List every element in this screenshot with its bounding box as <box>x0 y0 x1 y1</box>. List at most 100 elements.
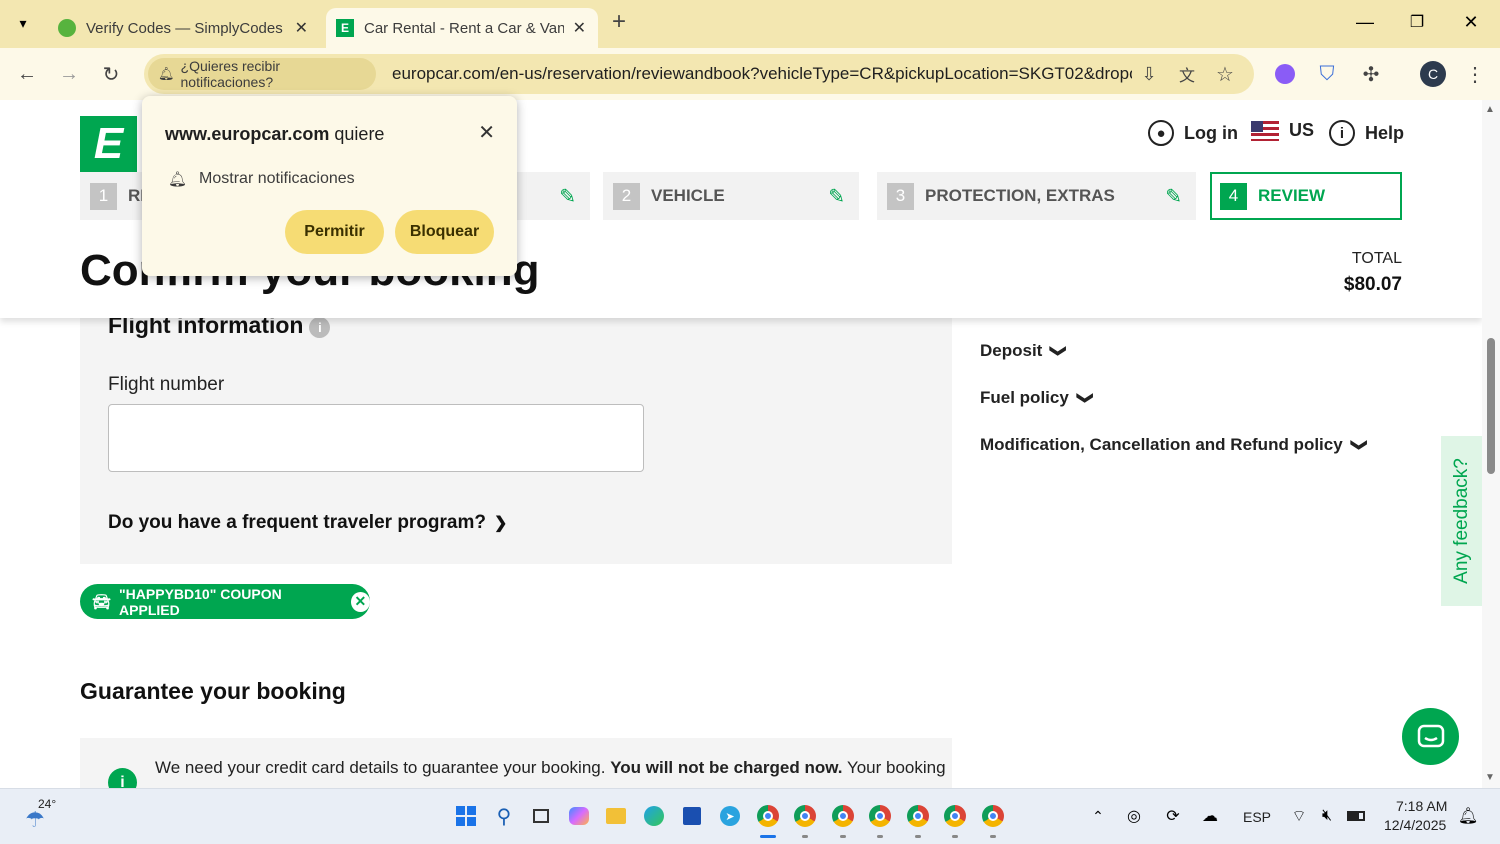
close-icon[interactable]: ✕ <box>478 120 495 145</box>
input-language[interactable]: ESP <box>1243 809 1271 825</box>
help-link[interactable]: i Help <box>1329 120 1404 146</box>
chevron-up-icon[interactable]: ⌃ <box>1085 803 1111 829</box>
flight-number-input[interactable] <box>108 404 644 472</box>
step-number: 3 <box>887 182 914 210</box>
remove-coupon-icon[interactable]: ✕ <box>350 591 370 612</box>
chat-button[interactable] <box>1402 708 1459 765</box>
deposit-toggle[interactable]: Deposit ❯ <box>980 341 1067 361</box>
edge-icon[interactable] <box>641 803 667 829</box>
notifications-icon[interactable]: 🔔︎ <box>1455 803 1481 829</box>
edit-pencil-icon[interactable]: ✎ <box>828 184 845 209</box>
feedback-label: Any feedback? <box>1450 458 1472 584</box>
close-window-icon[interactable]: ✕ <box>1458 9 1484 35</box>
notification-chip-label: ¿Quieres recibir notificaciones? <box>180 58 281 90</box>
block-button[interactable]: Bloquear <box>395 210 494 254</box>
install-app-icon[interactable]: ⇩ <box>1134 59 1164 89</box>
chevron-down-icon: ❯ <box>1350 438 1368 452</box>
extensions-puzzle-icon[interactable]: ✣ <box>1356 59 1386 89</box>
search-icon[interactable]: ⚲ <box>491 803 517 829</box>
chrome-icon[interactable] <box>942 803 968 829</box>
info-icon: i <box>1329 120 1355 146</box>
simplycodes-favicon-icon <box>58 19 76 37</box>
login-link[interactable]: ● Log in <box>1148 120 1238 146</box>
tab-search-chevron-icon[interactable]: ▾ <box>10 10 36 36</box>
guarantee-text-bold: You will not be charged now. <box>610 758 843 777</box>
omnibox[interactable]: 🔔︎ ¿Quieres recibir notificaciones? euro… <box>144 54 1254 94</box>
running-indicator <box>952 835 958 838</box>
menu-kebab-icon[interactable]: ⋮ <box>1460 59 1490 89</box>
guarantee-text: We need your credit card details to guar… <box>155 758 946 778</box>
reload-icon[interactable]: ↻ <box>96 59 126 89</box>
wifi-icon[interactable]: ⌔ <box>1286 803 1312 829</box>
edit-pencil-icon[interactable]: ✎ <box>1165 184 1182 209</box>
europcar-logo[interactable]: E <box>80 116 137 172</box>
chrome-icon[interactable] <box>830 803 856 829</box>
extension-purple-icon[interactable] <box>1270 59 1300 89</box>
popup-wants: quiere <box>334 124 385 144</box>
scroll-up-icon[interactable]: ▲ <box>1485 104 1495 115</box>
clock-time[interactable]: 7:18 AM <box>1396 798 1447 814</box>
shield-extension-icon[interactable]: ⛉ <box>1312 59 1342 89</box>
info-icon[interactable]: i <box>309 317 331 338</box>
flight-number-label: Flight number <box>108 374 225 395</box>
chrome-icon[interactable] <box>980 803 1006 829</box>
file-explorer-icon[interactable] <box>603 803 629 829</box>
store-icon[interactable] <box>679 803 705 829</box>
feedback-tab[interactable]: Any feedback? <box>1441 436 1482 606</box>
step-protection-extras[interactable]: 3 PROTECTION, EXTRAS ✎ <box>877 172 1196 220</box>
country-label: US <box>1289 120 1315 140</box>
scroll-down-icon[interactable]: ▼ <box>1485 772 1495 783</box>
copilot-icon[interactable] <box>566 803 592 829</box>
flight-information-panel: Flight information i Flight number Do yo… <box>80 312 952 564</box>
close-tab-icon[interactable]: ✕ <box>295 18 308 38</box>
step-review[interactable]: 4 REVIEW <box>1210 172 1402 220</box>
start-windows-icon[interactable] <box>453 803 479 829</box>
bell-icon: 🔔︎ <box>158 66 175 81</box>
tab-europcar[interactable]: E Car Rental - Rent a Car & Van W ✕ <box>326 8 598 48</box>
battery-icon[interactable] <box>1343 803 1369 829</box>
chrome-icon[interactable] <box>867 803 893 829</box>
chrome-icon[interactable] <box>905 803 931 829</box>
close-tab-icon[interactable]: ✕ <box>573 18 586 38</box>
page-scrollbar[interactable]: ▲ ▼ <box>1482 100 1500 788</box>
telegram-icon[interactable]: ➤ <box>717 803 743 829</box>
tab-verify-codes[interactable]: Verify Codes — SimplyCodes ✕ <box>48 8 320 48</box>
chrome-icon[interactable] <box>792 803 818 829</box>
chrome-icon[interactable] <box>755 803 781 829</box>
address-url[interactable]: europcar.com/en-us/reservation/reviewand… <box>392 64 1132 84</box>
task-view-icon[interactable] <box>528 803 554 829</box>
notification-permission-chip[interactable]: 🔔︎ ¿Quieres recibir notificaciones? <box>148 58 376 90</box>
europcar-favicon-icon: E <box>336 19 354 37</box>
popup-site: www.europcar.com <box>165 124 330 144</box>
popup-permission-row: 🔔︎ Mostrar notificaciones <box>168 170 355 188</box>
sync-icon[interactable]: ⟳ <box>1160 803 1186 829</box>
frequent-traveler-toggle[interactable]: Do you have a frequent traveler program?… <box>108 512 507 534</box>
chevron-down-icon: ❯ <box>1076 391 1094 405</box>
total-label: TOTAL <box>1351 250 1402 267</box>
policy-label: Deposit <box>980 341 1043 360</box>
chevron-down-icon: ❯ <box>494 515 508 532</box>
scroll-thumb[interactable] <box>1487 338 1495 474</box>
restore-icon[interactable]: ❐ <box>1404 9 1430 35</box>
info-icon: i <box>108 768 137 788</box>
allow-button[interactable]: Permitir <box>285 210 384 254</box>
translate-icon[interactable]: 文 <box>1172 59 1202 89</box>
fuel-policy-toggle[interactable]: Fuel policy ❯ <box>980 388 1094 408</box>
edit-pencil-icon[interactable]: ✎ <box>559 184 576 209</box>
back-icon[interactable]: ← <box>12 59 42 89</box>
bookmark-star-icon[interactable]: ☆ <box>1210 59 1240 89</box>
country-selector[interactable]: US <box>1251 120 1314 141</box>
network-tray-icon[interactable]: ◎ <box>1121 803 1147 829</box>
cloud-off-icon[interactable]: ☁ <box>1197 803 1223 829</box>
forward-icon[interactable]: → <box>54 59 84 89</box>
new-tab-icon[interactable]: + <box>606 8 632 35</box>
running-indicator <box>990 835 996 838</box>
guarantee-text-c: Your booking <box>842 758 946 777</box>
minimize-icon[interactable]: — <box>1352 9 1378 35</box>
refund-policy-toggle[interactable]: Modification, Cancellation and Refund po… <box>980 435 1368 455</box>
step-vehicle[interactable]: 2 VEHICLE ✎ <box>603 172 859 220</box>
guarantee-title: Guarantee your booking <box>80 678 346 704</box>
clock-date[interactable]: 12/4/2025 <box>1384 817 1446 833</box>
profile-avatar[interactable]: C <box>1418 59 1448 89</box>
volume-muted-icon[interactable]: 🔇︎ <box>1314 803 1340 829</box>
